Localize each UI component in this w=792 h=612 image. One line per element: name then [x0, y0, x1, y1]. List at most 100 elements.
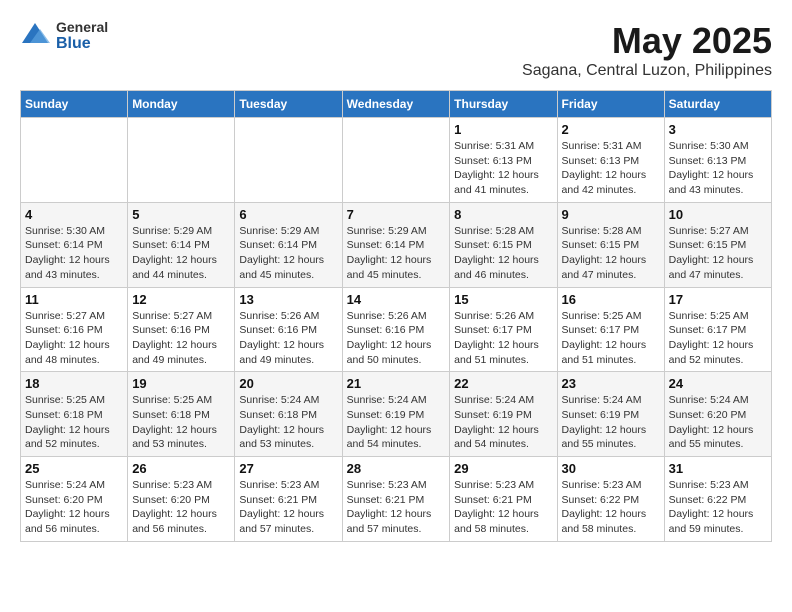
- day-number: 23: [562, 376, 660, 391]
- day-number: 17: [669, 292, 767, 307]
- calendar-day-25: 25 Sunrise: 5:24 AM Sunset: 6:20 PM Dayli…: [21, 457, 128, 542]
- logo-blue: Blue: [56, 35, 108, 53]
- day-info: Sunrise: 5:25 AM Sunset: 6:18 PM Dayligh…: [25, 393, 123, 452]
- calendar-day-3: 3Sunrise: 5:30 AM Sunset: 6:13 PM Daylig…: [664, 118, 771, 203]
- page-header: General Blue May 2025 Sagana, Central Lu…: [20, 20, 772, 80]
- calendar-week-5: 25 Sunrise: 5:24 AM Sunset: 6:20 PM Dayli…: [21, 457, 772, 542]
- calendar-day-19: 19 Sunrise: 5:25 AM Sunset: 6:18 PM Dayli…: [128, 372, 235, 457]
- calendar-day-13: 13Sunrise: 5:26 AM Sunset: 6:16 PM Dayli…: [235, 287, 342, 372]
- day-number: 24: [669, 376, 767, 391]
- day-info: Sunrise: 5:29 AM Sunset: 6:14 PM Dayligh…: [239, 224, 337, 283]
- logo: General Blue: [20, 20, 108, 53]
- calendar-day-28: 28 Sunrise: 5:23 AM Sunset: 6:21 PM Dayli…: [342, 457, 450, 542]
- day-info: Sunrise: 5:25 AM Sunset: 6:17 PM Dayligh…: [562, 309, 660, 368]
- day-number: 1: [454, 122, 552, 137]
- day-info: Sunrise: 5:24 AM Sunset: 6:18 PM Dayligh…: [239, 393, 337, 452]
- calendar-day-15: 15Sunrise: 5:26 AM Sunset: 6:17 PM Dayli…: [450, 287, 557, 372]
- day-number: 27: [239, 461, 337, 476]
- calendar-day-16: 16 Sunrise: 5:25 AM Sunset: 6:17 PM Dayli…: [557, 287, 664, 372]
- day-info: Sunrise: 5:23 AM Sunset: 6:21 PM Dayligh…: [347, 478, 446, 537]
- day-number: 2: [562, 122, 660, 137]
- empty-cell: [342, 118, 450, 203]
- calendar-day-29: 29 Sunrise: 5:23 AM Sunset: 6:21 PM Dayli…: [450, 457, 557, 542]
- header-thursday: Thursday: [450, 91, 557, 118]
- day-info: Sunrise: 5:23 AM Sunset: 6:22 PM Dayligh…: [669, 478, 767, 537]
- header-sunday: Sunday: [21, 91, 128, 118]
- calendar-day-8: 8Sunrise: 5:28 AM Sunset: 6:15 PM Daylig…: [450, 202, 557, 287]
- calendar-day-31: 31 Sunrise: 5:23 AM Sunset: 6:22 PM Dayli…: [664, 457, 771, 542]
- day-number: 9: [562, 207, 660, 222]
- day-number: 14: [347, 292, 446, 307]
- day-number: 19: [132, 376, 230, 391]
- title-block: May 2025 Sagana, Central Luzon, Philippi…: [522, 20, 772, 80]
- day-info: Sunrise: 5:24 AM Sunset: 6:19 PM Dayligh…: [347, 393, 446, 452]
- calendar-day-6: 6 Sunrise: 5:29 AM Sunset: 6:14 PM Daylig…: [235, 202, 342, 287]
- day-info: Sunrise: 5:31 AM Sunset: 6:13 PM Dayligh…: [454, 139, 552, 198]
- calendar-day-26: 26 Sunrise: 5:23 AM Sunset: 6:20 PM Dayli…: [128, 457, 235, 542]
- day-info: Sunrise: 5:24 AM Sunset: 6:19 PM Dayligh…: [562, 393, 660, 452]
- calendar-day-17: 17Sunrise: 5:25 AM Sunset: 6:17 PM Dayli…: [664, 287, 771, 372]
- day-number: 28: [347, 461, 446, 476]
- calendar-day-9: 9Sunrise: 5:28 AM Sunset: 6:15 PM Daylig…: [557, 202, 664, 287]
- day-info: Sunrise: 5:24 AM Sunset: 6:20 PM Dayligh…: [669, 393, 767, 452]
- calendar-day-4: 4 Sunrise: 5:30 AM Sunset: 6:14 PM Daylig…: [21, 202, 128, 287]
- logo-text: General Blue: [56, 20, 108, 53]
- day-number: 31: [669, 461, 767, 476]
- calendar-day-7: 7Sunrise: 5:29 AM Sunset: 6:14 PM Daylig…: [342, 202, 450, 287]
- day-info: Sunrise: 5:27 AM Sunset: 6:16 PM Dayligh…: [132, 309, 230, 368]
- calendar-day-24: 24 Sunrise: 5:24 AM Sunset: 6:20 PM Dayli…: [664, 372, 771, 457]
- day-number: 18: [25, 376, 123, 391]
- calendar-day-23: 23 Sunrise: 5:24 AM Sunset: 6:19 PM Dayli…: [557, 372, 664, 457]
- empty-cell: [235, 118, 342, 203]
- day-info: Sunrise: 5:23 AM Sunset: 6:21 PM Dayligh…: [239, 478, 337, 537]
- day-number: 22: [454, 376, 552, 391]
- day-number: 4: [25, 207, 123, 222]
- calendar-week-1: 1 Sunrise: 5:31 AM Sunset: 6:13 PM Daylig…: [21, 118, 772, 203]
- day-info: Sunrise: 5:26 AM Sunset: 6:16 PM Dayligh…: [239, 309, 337, 368]
- page-title: May 2025: [522, 20, 772, 62]
- calendar-day-1: 1 Sunrise: 5:31 AM Sunset: 6:13 PM Daylig…: [450, 118, 557, 203]
- day-info: Sunrise: 5:23 AM Sunset: 6:21 PM Dayligh…: [454, 478, 552, 537]
- day-info: Sunrise: 5:31 AM Sunset: 6:13 PM Dayligh…: [562, 139, 660, 198]
- day-number: 11: [25, 292, 123, 307]
- calendar-table: SundayMondayTuesdayWednesdayThursdayFrid…: [20, 90, 772, 542]
- day-number: 3: [669, 122, 767, 137]
- day-info: Sunrise: 5:26 AM Sunset: 6:17 PM Dayligh…: [454, 309, 552, 368]
- day-number: 21: [347, 376, 446, 391]
- day-number: 25: [25, 461, 123, 476]
- day-info: Sunrise: 5:25 AM Sunset: 6:18 PM Dayligh…: [132, 393, 230, 452]
- calendar-week-2: 4 Sunrise: 5:30 AM Sunset: 6:14 PM Daylig…: [21, 202, 772, 287]
- calendar-header-row: SundayMondayTuesdayWednesdayThursdayFrid…: [21, 91, 772, 118]
- calendar-day-5: 5 Sunrise: 5:29 AM Sunset: 6:14 PM Daylig…: [128, 202, 235, 287]
- day-info: Sunrise: 5:24 AM Sunset: 6:20 PM Dayligh…: [25, 478, 123, 537]
- calendar-day-12: 12Sunrise: 5:27 AM Sunset: 6:16 PM Dayli…: [128, 287, 235, 372]
- day-number: 6: [239, 207, 337, 222]
- day-number: 16: [562, 292, 660, 307]
- header-monday: Monday: [128, 91, 235, 118]
- calendar-day-14: 14 Sunrise: 5:26 AM Sunset: 6:16 PM Dayli…: [342, 287, 450, 372]
- page-subtitle: Sagana, Central Luzon, Philippines: [522, 62, 772, 80]
- header-saturday: Saturday: [664, 91, 771, 118]
- logo-icon: [20, 21, 50, 51]
- calendar-day-18: 18 Sunrise: 5:25 AM Sunset: 6:18 PM Dayli…: [21, 372, 128, 457]
- day-info: Sunrise: 5:23 AM Sunset: 6:22 PM Dayligh…: [562, 478, 660, 537]
- day-number: 5: [132, 207, 230, 222]
- day-number: 20: [239, 376, 337, 391]
- calendar-day-2: 2 Sunrise: 5:31 AM Sunset: 6:13 PM Daylig…: [557, 118, 664, 203]
- day-info: Sunrise: 5:26 AM Sunset: 6:16 PM Dayligh…: [347, 309, 446, 368]
- empty-cell: [128, 118, 235, 203]
- day-number: 29: [454, 461, 552, 476]
- calendar-day-27: 27 Sunrise: 5:23 AM Sunset: 6:21 PM Dayli…: [235, 457, 342, 542]
- day-info: Sunrise: 5:23 AM Sunset: 6:20 PM Dayligh…: [132, 478, 230, 537]
- calendar-day-22: 22 Sunrise: 5:24 AM Sunset: 6:19 PM Dayli…: [450, 372, 557, 457]
- day-info: Sunrise: 5:30 AM Sunset: 6:14 PM Dayligh…: [25, 224, 123, 283]
- day-info: Sunrise: 5:28 AM Sunset: 6:15 PM Dayligh…: [454, 224, 552, 283]
- day-info: Sunrise: 5:29 AM Sunset: 6:14 PM Dayligh…: [132, 224, 230, 283]
- day-number: 26: [132, 461, 230, 476]
- calendar-week-3: 11 Sunrise: 5:27 AM Sunset: 6:16 PM Dayli…: [21, 287, 772, 372]
- day-info: Sunrise: 5:27 AM Sunset: 6:16 PM Dayligh…: [25, 309, 123, 368]
- calendar-day-30: 30Sunrise: 5:23 AM Sunset: 6:22 PM Dayli…: [557, 457, 664, 542]
- header-tuesday: Tuesday: [235, 91, 342, 118]
- day-info: Sunrise: 5:24 AM Sunset: 6:19 PM Dayligh…: [454, 393, 552, 452]
- calendar-day-11: 11 Sunrise: 5:27 AM Sunset: 6:16 PM Dayli…: [21, 287, 128, 372]
